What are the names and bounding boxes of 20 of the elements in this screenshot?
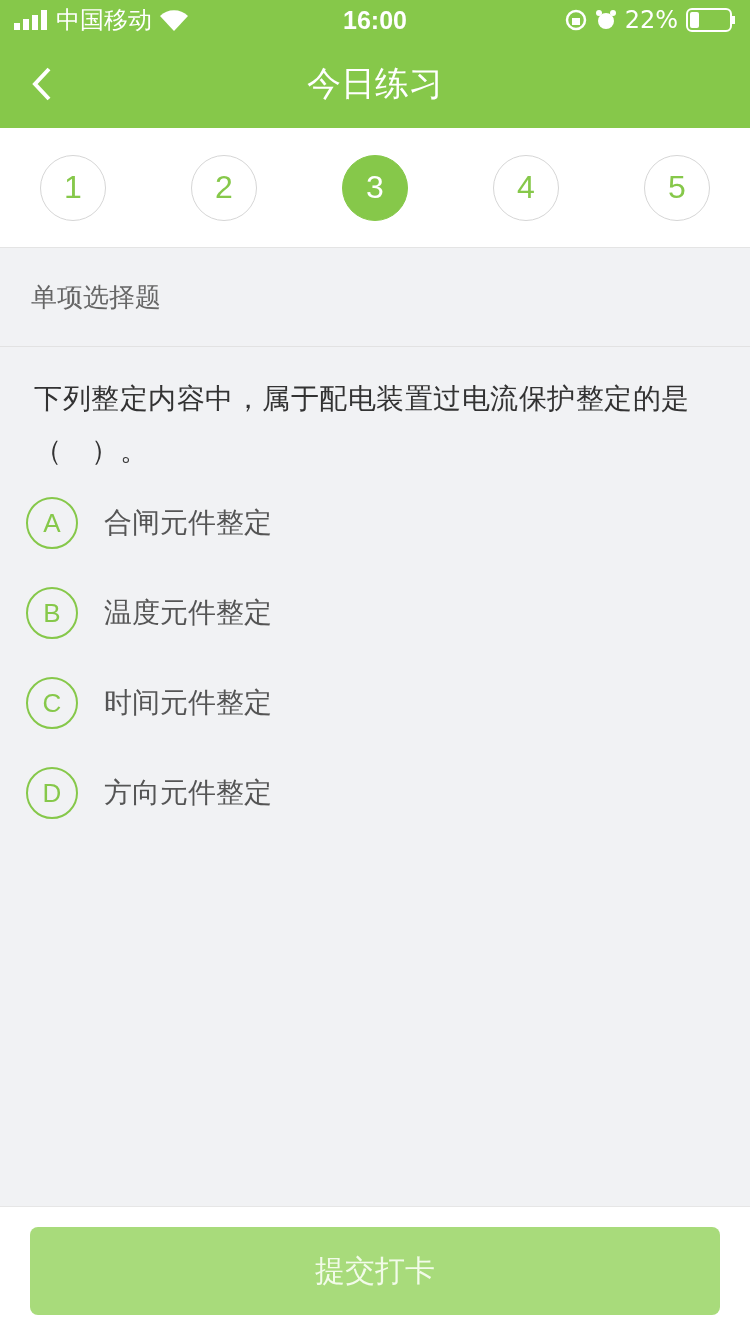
question-number-tab[interactable]: 2 — [191, 154, 257, 221]
page-title: 今日练习 — [307, 62, 443, 105]
question-number-tab[interactable]: 1 — [40, 154, 106, 221]
section-title: 单项选择题 — [31, 280, 161, 314]
signal-icon — [14, 10, 48, 30]
question-text: 下列整定内容中，属于配电装置过电流保护整定的是（ ）。 — [34, 381, 691, 469]
answer-option[interactable]: C 时间元件整定 — [26, 677, 750, 729]
battery-percent: 22% — [624, 6, 678, 34]
battery-icon — [686, 8, 736, 32]
question-number-tab[interactable]: 4 — [493, 154, 559, 221]
alarm-icon — [594, 9, 617, 31]
answer-option[interactable]: B 温度元件整定 — [26, 587, 750, 639]
question-number-tab[interactable]: 5 — [644, 154, 710, 221]
carrier-name: 中国移动 — [56, 5, 152, 36]
answer-option[interactable]: D 方向元件整定 — [26, 767, 750, 819]
rotation-lock-icon — [564, 9, 587, 31]
question-number-tab[interactable]: 3 — [342, 154, 408, 221]
answer-option[interactable]: A 合闸元件整定 — [26, 497, 750, 549]
wifi-icon — [160, 9, 188, 31]
clock-time: 16:00 — [343, 5, 407, 35]
